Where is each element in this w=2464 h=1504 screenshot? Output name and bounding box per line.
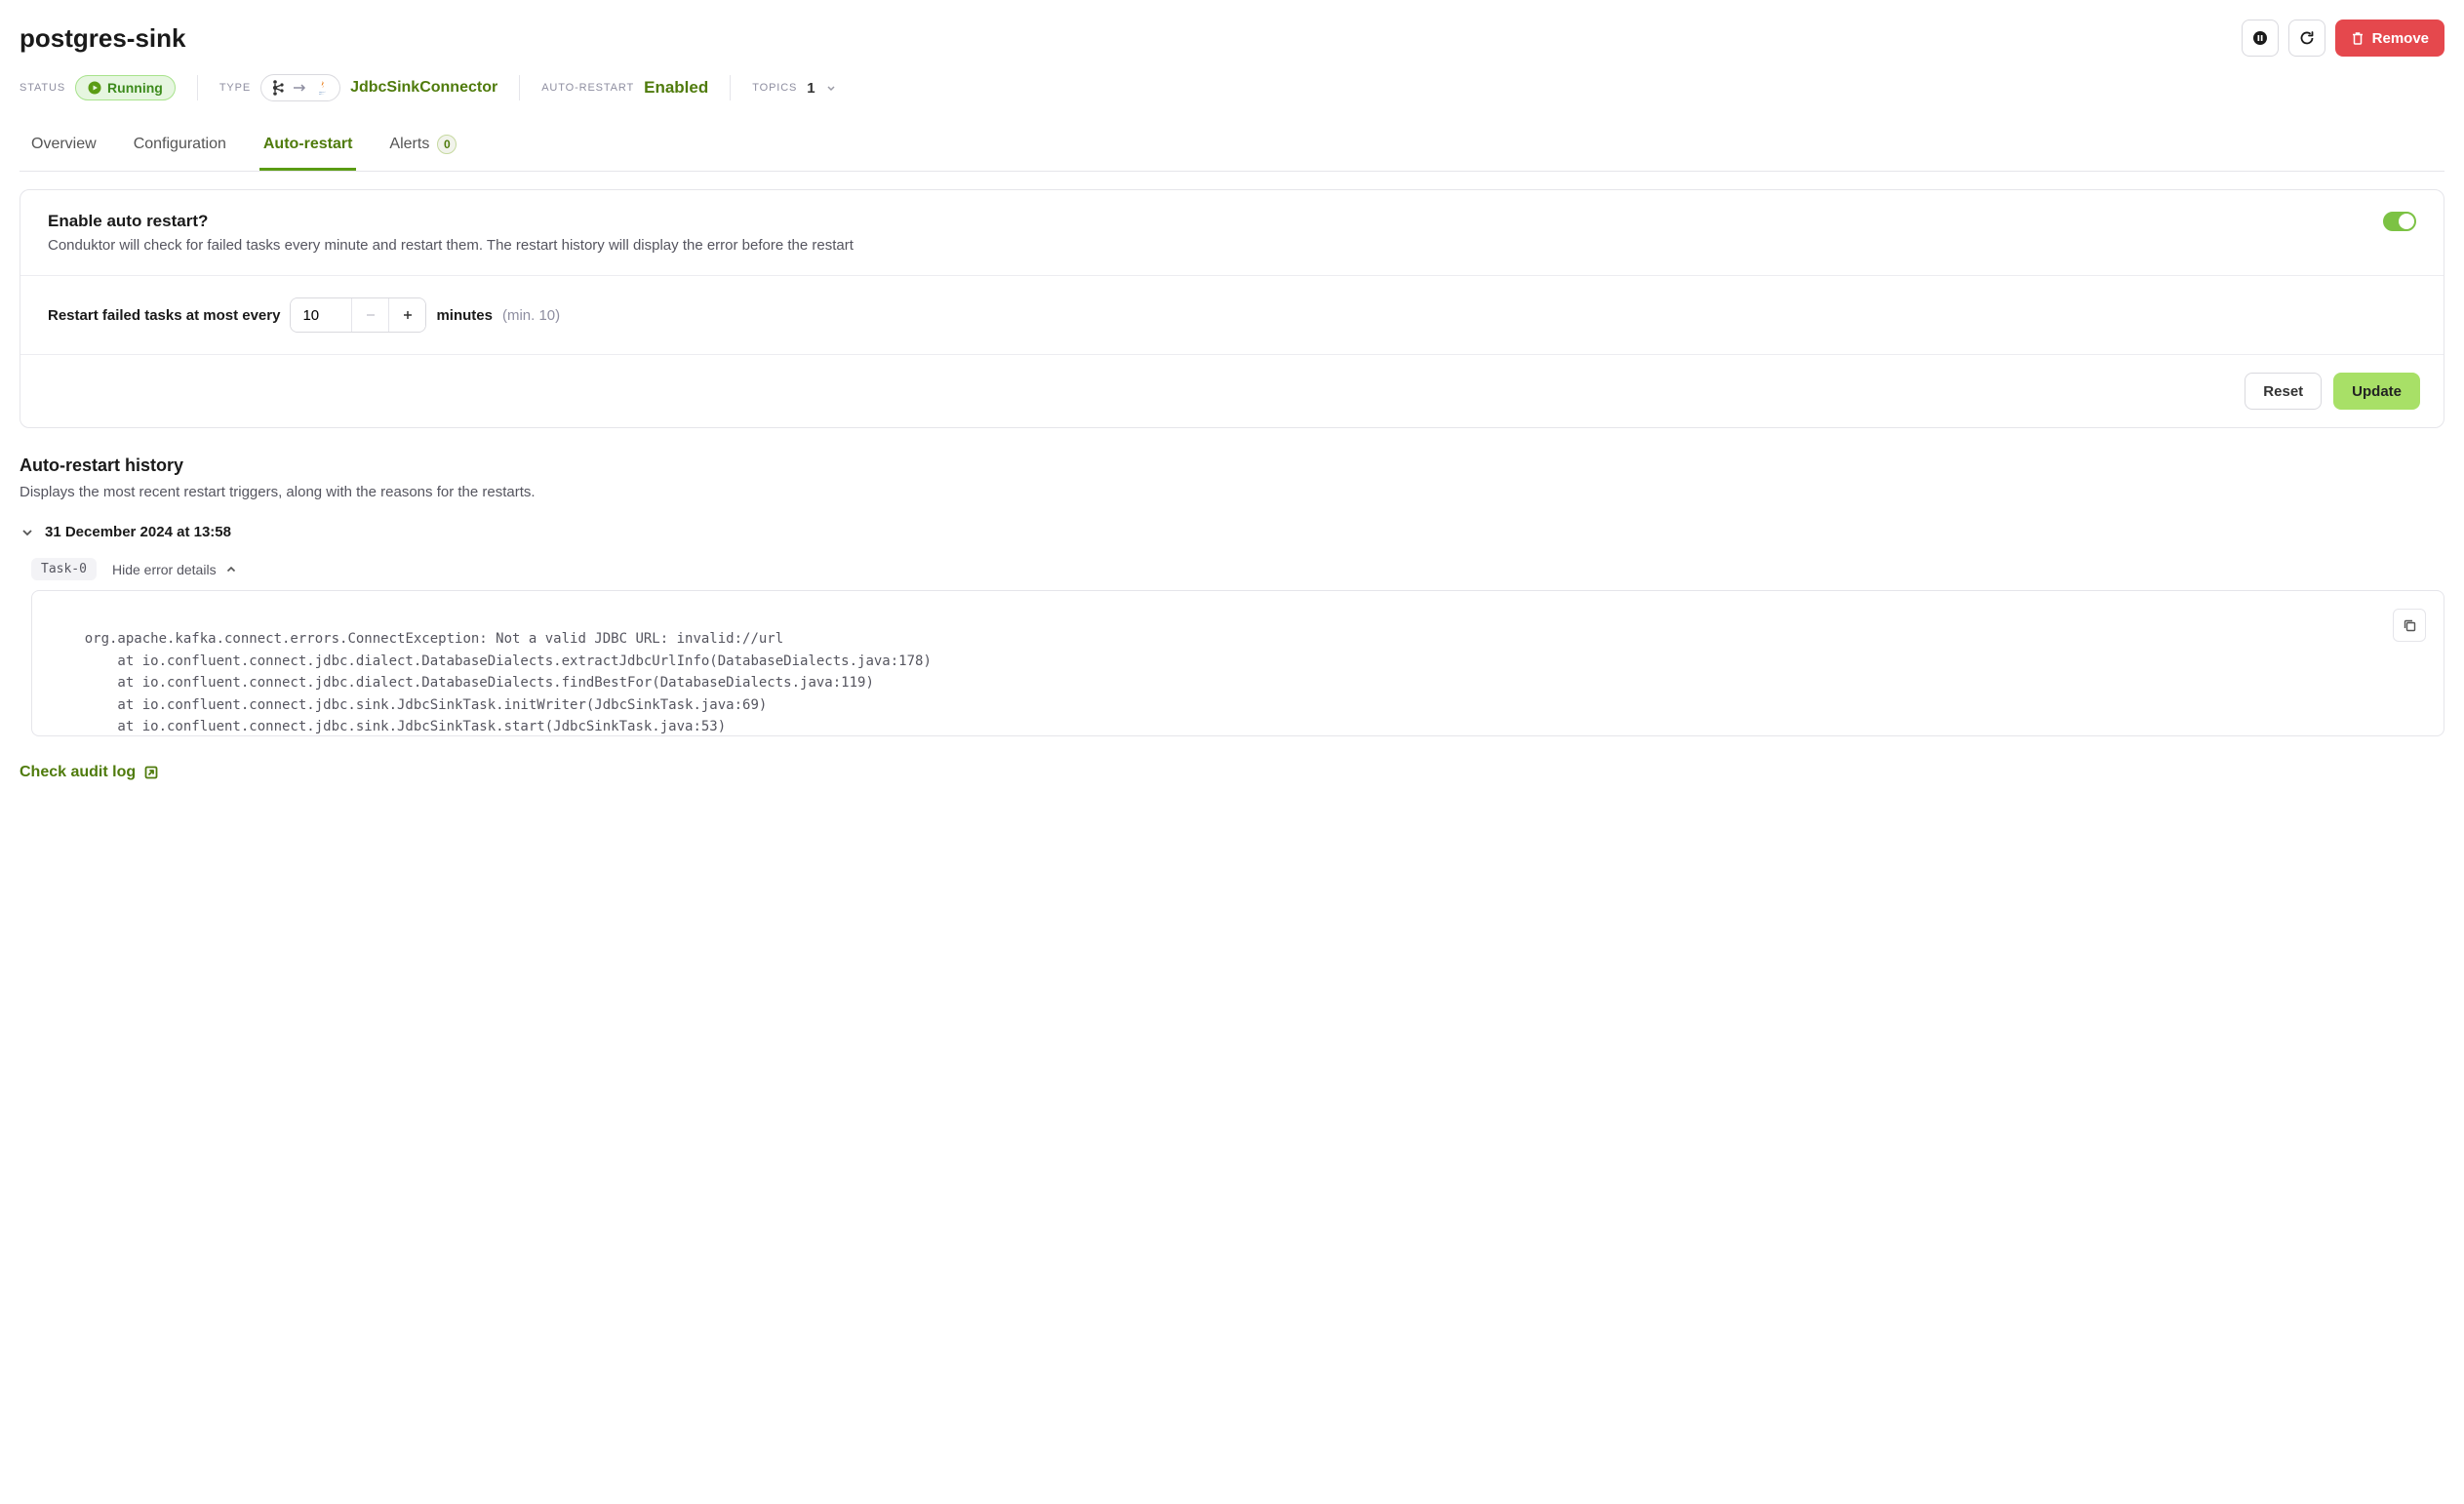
type-label: TYPE — [219, 82, 251, 94]
type-chip — [260, 74, 340, 101]
kafka-icon — [271, 79, 285, 97]
tab-label: Auto-restart — [263, 136, 353, 153]
reset-button-label: Reset — [2263, 383, 2303, 400]
remove-button[interactable]: Remove — [2335, 20, 2444, 57]
chevron-down-icon — [20, 525, 35, 540]
external-link-icon — [143, 765, 159, 780]
auto-restart-card: Enable auto restart? Conduktor will chec… — [20, 189, 2444, 428]
reset-button[interactable]: Reset — [2245, 373, 2322, 410]
history-item-toggle[interactable]: 31 December 2024 at 13:58 — [20, 524, 2444, 540]
topics-label: TOPICS — [752, 82, 797, 94]
enable-toggle[interactable] — [2383, 212, 2416, 231]
status-value: Running — [107, 80, 163, 96]
hide-error-details-toggle[interactable]: Hide error details — [112, 562, 238, 577]
interval-input[interactable] — [291, 298, 351, 332]
tab-configuration[interactable]: Configuration — [130, 125, 230, 171]
interval-increment-button[interactable] — [388, 298, 425, 332]
page-title: postgres-sink — [20, 23, 186, 54]
chevron-down-icon — [825, 82, 837, 94]
java-icon — [314, 79, 330, 97]
trash-icon — [2351, 31, 2365, 45]
history-item-time: 31 December 2024 at 13:58 — [45, 524, 231, 540]
divider — [519, 75, 520, 100]
divider — [730, 75, 731, 100]
pause-button[interactable] — [2242, 20, 2279, 57]
connector-name: JdbcSinkConnector — [350, 79, 497, 97]
auto-restart-value: Enabled — [644, 78, 708, 98]
copy-button[interactable] — [2393, 609, 2426, 642]
status-label: STATUS — [20, 82, 65, 94]
stack-trace: org.apache.kafka.connect.errors.ConnectE… — [31, 590, 2444, 736]
hide-details-label: Hide error details — [112, 562, 217, 577]
enable-desc: Conduktor will check for failed tasks ev… — [48, 237, 854, 254]
stack-trace-text: org.apache.kafka.connect.errors.ConnectE… — [52, 631, 932, 736]
topics-selector[interactable]: TOPICS 1 — [752, 80, 836, 97]
copy-icon — [2403, 618, 2417, 633]
topics-count: 1 — [807, 80, 815, 97]
interval-unit: minutes — [436, 307, 493, 324]
interval-stepper — [290, 297, 426, 333]
interval-hint: (min. 10) — [502, 307, 560, 324]
interval-label: Restart failed tasks at most every — [48, 307, 280, 324]
update-button-label: Update — [2352, 383, 2402, 400]
tab-auto-restart[interactable]: Auto-restart — [259, 125, 357, 171]
alerts-badge: 0 — [437, 135, 457, 154]
update-button[interactable]: Update — [2333, 373, 2420, 410]
tab-label: Overview — [31, 136, 97, 153]
restart-icon — [2299, 30, 2315, 46]
chevron-up-icon — [224, 563, 238, 576]
interval-decrement-button[interactable] — [351, 298, 388, 332]
remove-button-label: Remove — [2372, 30, 2429, 47]
tabs: Overview Configuration Auto-restart Aler… — [20, 125, 2444, 172]
task-badge: Task-0 — [31, 558, 97, 580]
tab-label: Configuration — [134, 136, 226, 153]
audit-log-link[interactable]: Check audit log — [20, 764, 159, 781]
minus-icon — [365, 309, 377, 321]
tab-alerts[interactable]: Alerts 0 — [385, 125, 460, 171]
status-chip: Running — [75, 75, 176, 100]
tab-overview[interactable]: Overview — [27, 125, 100, 171]
restart-button[interactable] — [2288, 20, 2325, 57]
divider — [197, 75, 198, 100]
enable-title: Enable auto restart? — [48, 212, 854, 231]
tab-label: Alerts — [389, 136, 429, 153]
play-circle-icon — [88, 81, 101, 95]
history-desc: Displays the most recent restart trigger… — [20, 484, 2444, 500]
pause-icon — [2252, 30, 2268, 46]
arrow-right-icon — [293, 83, 306, 93]
auto-restart-label: AUTO-RESTART — [541, 82, 634, 94]
history-title: Auto-restart history — [20, 455, 2444, 476]
plus-icon — [402, 309, 414, 321]
audit-log-link-label: Check audit log — [20, 764, 136, 781]
